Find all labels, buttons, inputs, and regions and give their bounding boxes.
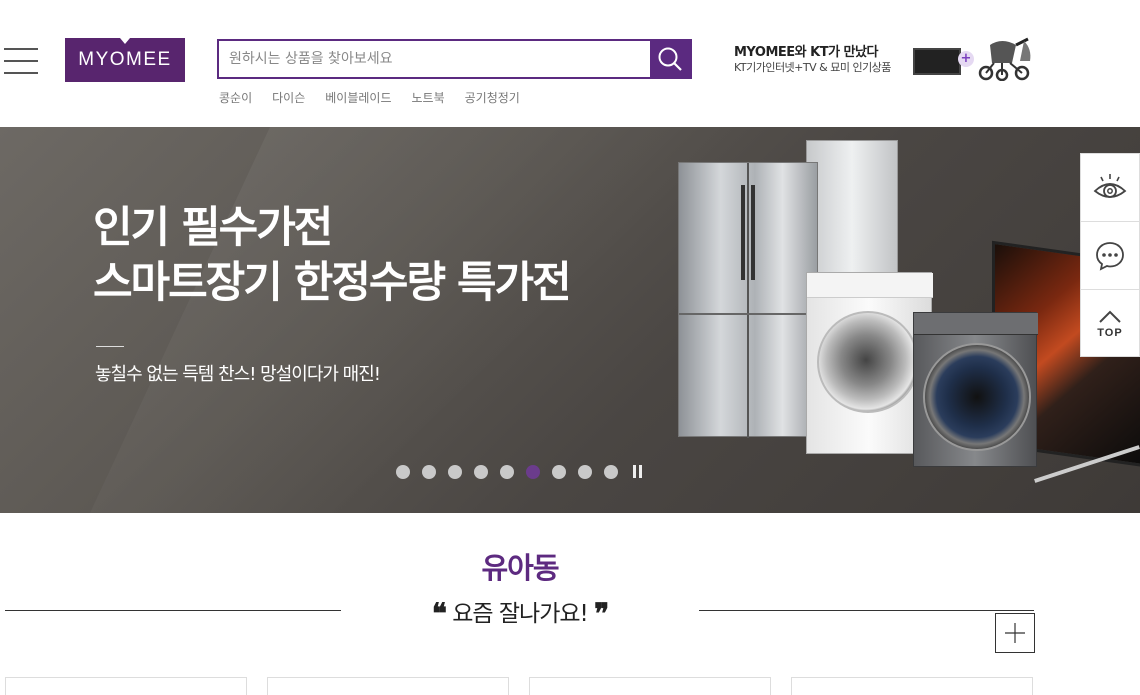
search-button[interactable] — [650, 41, 690, 77]
quote-open-icon: ❝ — [431, 597, 447, 630]
recently-viewed-button[interactable] — [1081, 154, 1139, 222]
slide-dot[interactable] — [474, 465, 488, 479]
search-box — [217, 39, 692, 79]
keyword-link[interactable]: 베이블레이드 — [325, 89, 391, 106]
refrigerator-image — [678, 162, 819, 438]
slide-dot[interactable] — [604, 465, 618, 479]
slide-dot[interactable] — [526, 465, 540, 479]
page: MYOMEE 콩순이 다이슨 베이블레이드 노트북 공기청정기 MYOMEE와 … — [0, 0, 1140, 695]
kimchi-fridge-image — [806, 140, 898, 280]
section-title: 유아동 — [481, 551, 559, 585]
logo-text: MYOMEE — [78, 49, 172, 70]
promo-subtitle: KT기가인터넷+TV & 묘미 인기상품 — [734, 61, 891, 74]
chat-button[interactable] — [1081, 222, 1139, 290]
keyword-link[interactable]: 노트북 — [412, 89, 445, 106]
product-card[interactable] — [529, 677, 771, 695]
stroller-image — [978, 37, 1031, 81]
slide-dot[interactable] — [422, 465, 436, 479]
hero-banner[interactable]: 인기 필수가전 스마트장기 한정수량 특가전 놓칠수 없는 득템 찬스! 망설이… — [0, 127, 1140, 513]
divider — [5, 610, 341, 611]
slide-dot[interactable] — [500, 465, 514, 479]
search-icon — [658, 47, 682, 71]
menu-hamburger-icon[interactable] — [4, 48, 38, 76]
banner-subtext: 놓칠수 없는 득템 찬스! 망설이다가 매진! — [95, 364, 381, 385]
product-card[interactable] — [791, 677, 1033, 695]
product-card[interactable] — [5, 677, 247, 695]
banner-headline: 인기 필수가전 스마트장기 한정수량 특가전 — [93, 201, 572, 311]
banner-headline-line2: 스마트장기 한정수량 특가전 — [93, 258, 572, 308]
more-button[interactable] — [995, 613, 1035, 653]
chevron-up-icon — [1099, 310, 1121, 323]
eye-icon — [1093, 173, 1127, 198]
section-subtitle-text: 요즘 잘나가요! — [452, 601, 588, 627]
quote-close-icon: ❞ — [594, 597, 609, 630]
scroll-top-button[interactable]: TOP — [1081, 290, 1139, 358]
divider — [699, 610, 1034, 611]
product-list — [5, 677, 1033, 695]
pause-icon[interactable] — [630, 465, 644, 479]
floating-side-menu: TOP — [1080, 153, 1140, 357]
banner-divider — [96, 346, 124, 347]
keyword-link[interactable]: 다이슨 — [272, 89, 305, 106]
section-subtitle: ❝ 요즘 잘나가요! ❞ — [341, 594, 699, 630]
slide-dot[interactable] — [578, 465, 592, 479]
kt-promo-banner[interactable]: MYOMEE와 KT가 만났다 KT기가인터넷+TV & 묘미 인기상품 + — [734, 35, 1044, 83]
logo[interactable]: MYOMEE — [65, 38, 185, 82]
slide-indicators — [396, 465, 644, 479]
dryer-image — [913, 312, 1038, 467]
chat-bubble-icon — [1096, 241, 1124, 271]
keyword-link[interactable]: 공기청정기 — [465, 89, 520, 106]
banner-headline-line1: 인기 필수가전 — [93, 203, 333, 253]
search-input[interactable] — [219, 41, 650, 77]
popular-keywords: 콩순이 다이슨 베이블레이드 노트북 공기청정기 — [219, 89, 520, 106]
keyword-link[interactable]: 콩순이 — [219, 89, 252, 106]
product-card[interactable] — [267, 677, 509, 695]
slide-dot[interactable] — [552, 465, 566, 479]
plus-icon — [1005, 623, 1025, 643]
slide-dot[interactable] — [448, 465, 462, 479]
slide-dot[interactable] — [396, 465, 410, 479]
tv-image — [913, 48, 961, 75]
promo-title: MYOMEE와 KT가 만났다 — [734, 45, 878, 60]
top-label: TOP — [1097, 327, 1123, 339]
